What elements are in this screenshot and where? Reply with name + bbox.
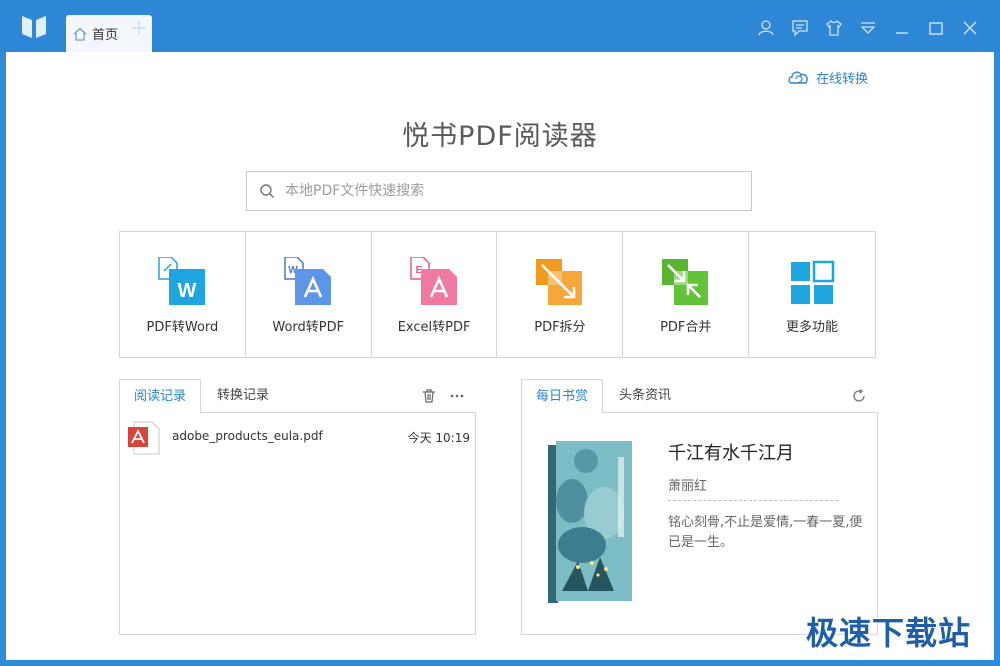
- word-to-pdf-icon: W: [284, 257, 331, 305]
- feature-label: PDF合并: [660, 320, 712, 335]
- feature-label: PDF拆分: [534, 320, 586, 335]
- app-title: 悦书PDF阅读器: [402, 121, 598, 152]
- online-convert-label: 在线转换: [816, 71, 869, 87]
- refresh-icon[interactable]: [851, 388, 867, 404]
- pdf-to-word-icon: W: [158, 257, 205, 305]
- file-time: 今天 10:19: [407, 431, 470, 445]
- daily-tabbar: 每日书赏 头条资讯: [521, 379, 878, 414]
- book-title: 千江有水千江月: [668, 443, 794, 464]
- feature-label: Excel转PDF: [397, 320, 471, 335]
- book-cover-image: [548, 441, 632, 603]
- feature-more[interactable]: 更多功能: [749, 232, 875, 357]
- close-button[interactable]: [960, 18, 980, 38]
- daily-body: 千江有水千江月 萧丽红 铭心刻骨,不止是爱情,一春一夏,便已是一生。: [521, 413, 878, 635]
- new-tab-button[interactable]: +: [128, 18, 150, 40]
- feature-excel-to-pdf[interactable]: E Excel转PDF: [372, 232, 498, 357]
- book-quote: 铭心刻骨,不止是爱情,一春一夏,便已是一生。: [668, 515, 863, 550]
- trash-icon[interactable]: [421, 388, 437, 404]
- cloud-icon: [788, 71, 808, 84]
- file-name: adobe_products_eula.pdf: [172, 429, 323, 443]
- home-icon: [73, 27, 87, 41]
- svg-text:W: W: [178, 280, 197, 302]
- search-box[interactable]: [246, 171, 752, 211]
- more-options-icon[interactable]: [449, 388, 465, 404]
- feature-label: PDF转Word: [146, 320, 219, 335]
- pdf-merge-icon: [662, 259, 709, 305]
- records-panel: 阅读记录 转换记录 adobe_products_eula.pdf 今天 10:…: [119, 379, 476, 635]
- menu-button[interactable]: [858, 18, 878, 38]
- more-features-icon: [791, 260, 835, 304]
- watermark: 极速下载站: [806, 614, 972, 652]
- tab-headlines[interactable]: 头条资讯: [605, 379, 685, 414]
- feedback-button[interactable]: [790, 18, 810, 38]
- excel-to-pdf-icon: E: [409, 257, 457, 305]
- pdf-file-icon: [128, 421, 160, 455]
- feature-grid: W PDF转Word W Word转PDF E Excel转PDF PDF拆分: [119, 231, 876, 358]
- feature-pdf-split[interactable]: PDF拆分: [497, 232, 624, 357]
- minimize-button[interactable]: [892, 18, 912, 38]
- online-convert-link[interactable]: 在线转换: [786, 66, 868, 88]
- divider: [668, 500, 838, 501]
- title-bar: 首页 +: [0, 0, 1000, 52]
- close-icon: [963, 21, 977, 35]
- tab-daily-book[interactable]: 每日书赏: [521, 379, 604, 414]
- file-row[interactable]: adobe_products_eula.pdf 今天 10:19: [128, 421, 470, 455]
- maximize-icon: [929, 22, 943, 35]
- feature-pdf-merge[interactable]: PDF合并: [623, 232, 750, 357]
- records-body: adobe_products_eula.pdf 今天 10:19: [119, 413, 476, 635]
- tab-conversion-history[interactable]: 转换记录: [203, 379, 283, 414]
- feedback-icon: [792, 20, 808, 37]
- feature-pdf-to-word[interactable]: W PDF转Word: [120, 232, 246, 357]
- feature-label: Word转PDF: [272, 320, 345, 335]
- maximize-button[interactable]: [926, 18, 946, 38]
- records-tabbar: 阅读记录 转换记录: [119, 379, 476, 414]
- search-input[interactable]: [285, 183, 725, 199]
- pdf-split-icon: [536, 259, 583, 305]
- search-icon: [260, 184, 275, 199]
- book-author: 萧丽红: [668, 479, 708, 494]
- user-icon: [758, 20, 774, 36]
- menu-icon: [860, 22, 876, 34]
- tab-reading-history[interactable]: 阅读记录: [119, 379, 202, 414]
- daily-book-panel: 每日书赏 头条资讯 千江有水千江月 萧丽红 铭心刻骨,不止是爱情,一春一夏,便已…: [521, 379, 878, 635]
- user-button[interactable]: [756, 18, 776, 38]
- skin-button[interactable]: [824, 18, 844, 38]
- app-logo-icon: [22, 16, 46, 38]
- feature-label: 更多功能: [786, 320, 839, 335]
- feature-word-to-pdf[interactable]: W Word转PDF: [246, 232, 372, 357]
- minimize-icon: [896, 32, 908, 34]
- skin-icon: [826, 20, 842, 36]
- tab-home-label: 首页: [92, 28, 119, 43]
